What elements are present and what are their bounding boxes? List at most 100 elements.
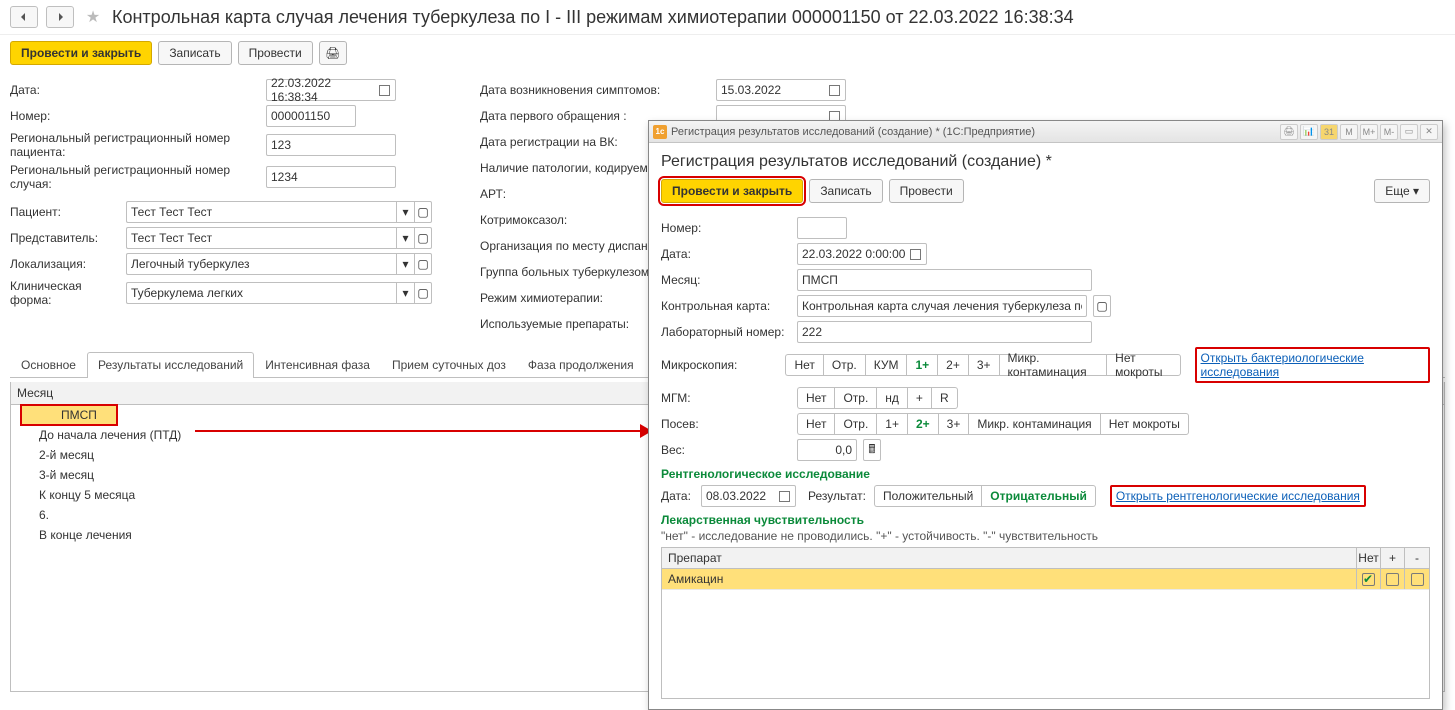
calc-icon[interactable]: 🖩	[863, 439, 881, 461]
open-ref-icon[interactable]: ▢	[414, 253, 432, 275]
chevron-down-icon[interactable]: ▾	[396, 201, 414, 223]
xray-link[interactable]: Открыть рентгенологические исследования	[1116, 489, 1360, 503]
xray-positive[interactable]: Положительный	[874, 485, 981, 507]
date-input[interactable]: 22.03.2022 16:38:34	[266, 79, 396, 101]
sensitivity-note: "нет" - исследование не проводились. "+"…	[661, 529, 1430, 543]
date-label: Дата:	[10, 83, 260, 97]
mgm-r[interactable]: R	[931, 387, 958, 409]
culture-3plus[interactable]: 3+	[938, 413, 969, 435]
micro-cum[interactable]: КУМ	[865, 354, 907, 376]
culture-neg[interactable]: Отр.	[834, 413, 876, 435]
page-title: Контрольная карта случая лечения туберку…	[112, 7, 1074, 28]
reg-case-input[interactable]: 1234	[266, 166, 396, 188]
drug-plus-checkbox[interactable]	[1386, 573, 1399, 586]
patient-combo[interactable]: Тест Тест Тест ▾ ▢	[126, 201, 432, 223]
head-m-button[interactable]: M	[1340, 124, 1358, 140]
head-cal-icon[interactable]: 31	[1320, 124, 1338, 140]
head-calc-icon[interactable]: 📊	[1300, 124, 1318, 140]
col-minus: -	[1405, 548, 1429, 568]
micro-1plus[interactable]: 1+	[906, 354, 937, 376]
bacteriology-link-box: Открыть бактериологические исследования	[1195, 347, 1430, 383]
print-button[interactable]: 🖨	[319, 41, 347, 65]
micro-2plus[interactable]: 2+	[937, 354, 968, 376]
head-maximize-button[interactable]: ▭	[1400, 124, 1418, 140]
calendar-icon[interactable]	[827, 83, 841, 97]
modal-more-button[interactable]: Еще ▾	[1374, 179, 1430, 203]
modal-month-label: Месяц:	[661, 273, 791, 287]
tab-results[interactable]: Результаты исследований	[87, 352, 254, 378]
drug-none-checkbox[interactable]	[1362, 573, 1375, 586]
culture-nosputum[interactable]: Нет мокроты	[1100, 413, 1189, 435]
xray-negative[interactable]: Отрицательный	[981, 485, 1096, 507]
chevron-down-icon[interactable]: ▾	[396, 282, 414, 304]
open-ref-icon[interactable]: ▢	[414, 227, 432, 249]
reg-patient-input[interactable]: 123	[266, 134, 396, 156]
clin-combo[interactable]: Туберкулема легких ▾ ▢	[126, 282, 432, 304]
micro-neg[interactable]: Отр.	[823, 354, 865, 376]
post-and-close-button[interactable]: Провести и закрыть	[10, 41, 152, 65]
favorite-star-icon[interactable]: ★	[82, 6, 104, 28]
xray-date-input[interactable]: 08.03.2022	[701, 485, 796, 507]
culture-contam[interactable]: Микр. контаминация	[968, 413, 1099, 435]
save-button[interactable]: Записать	[158, 41, 231, 65]
post-button[interactable]: Провести	[238, 41, 313, 65]
calendar-icon[interactable]	[377, 83, 391, 97]
open-ref-icon[interactable]: ▢	[414, 282, 432, 304]
tab-continuation[interactable]: Фаза продолжения	[517, 352, 645, 378]
micro-3plus[interactable]: 3+	[968, 354, 999, 376]
culture-label: Посев:	[661, 417, 791, 431]
open-ref-icon[interactable]: ▢	[414, 201, 432, 223]
mgm-plus[interactable]: +	[907, 387, 931, 409]
nav-back-button[interactable]	[10, 6, 38, 28]
drug-name: Амикацин	[662, 569, 1357, 589]
head-print-icon[interactable]: 🖨	[1280, 124, 1298, 140]
nav-forward-button[interactable]	[46, 6, 74, 28]
xray-result-label: Результат:	[808, 489, 868, 503]
research-registration-modal: 1c Регистрация результатов исследований …	[648, 120, 1443, 710]
number-input[interactable]: 000001150	[266, 105, 356, 127]
head-close-button[interactable]: ✕	[1420, 124, 1438, 140]
modal-post-and-close-button[interactable]: Провести и закрыть	[661, 179, 803, 203]
mgm-neg[interactable]: Отр.	[834, 387, 876, 409]
mgm-togglebar: Нет Отр. нд + R	[797, 387, 958, 409]
culture-2plus[interactable]: 2+	[907, 413, 938, 435]
drug-header: Препарат	[662, 548, 1357, 568]
culture-1plus[interactable]: 1+	[876, 413, 907, 435]
calendar-icon[interactable]	[908, 247, 922, 261]
modal-post-button[interactable]: Провести	[889, 179, 964, 203]
drug-sensitivity-table: Препарат Нет + - Амикацин	[661, 547, 1430, 699]
modal-month-input[interactable]: ПМСП	[797, 269, 1092, 291]
micro-none[interactable]: Нет	[785, 354, 822, 376]
tab-daily-dose[interactable]: Прием суточных доз	[381, 352, 517, 378]
chevron-down-icon[interactable]: ▾	[396, 227, 414, 249]
drug-minus-checkbox[interactable]	[1411, 573, 1424, 586]
modal-save-button[interactable]: Записать	[809, 179, 882, 203]
tab-intensive[interactable]: Интенсивная фаза	[254, 352, 381, 378]
micro-nosputum[interactable]: Нет мокроты	[1106, 354, 1180, 376]
weight-input[interactable]: 0,0	[797, 439, 857, 461]
modal-date-input[interactable]: 22.03.2022 0:00:00	[797, 243, 927, 265]
modal-number-input[interactable]	[797, 217, 847, 239]
rep-combo[interactable]: Тест Тест Тест ▾ ▢	[126, 227, 432, 249]
reg-case-label: Региональный регистрационный номер случа…	[10, 163, 260, 191]
symptom-date-input[interactable]: 15.03.2022	[716, 79, 846, 101]
loc-combo[interactable]: Легочный туберкулез ▾ ▢	[126, 253, 432, 275]
chevron-down-icon[interactable]: ▾	[396, 253, 414, 275]
mgm-nd[interactable]: нд	[876, 387, 907, 409]
micro-contam[interactable]: Микр. контаминация	[999, 354, 1107, 376]
culture-none[interactable]: Нет	[797, 413, 834, 435]
modal-number-label: Номер:	[661, 221, 791, 235]
drug-row[interactable]: Амикацин	[662, 569, 1429, 590]
patient-label: Пациент:	[10, 205, 120, 219]
head-mplus-button[interactable]: M+	[1360, 124, 1378, 140]
sensitivity-section: Лекарственная чувствительность	[661, 513, 1430, 527]
open-ref-icon[interactable]: ▢	[1093, 295, 1111, 317]
calendar-icon[interactable]	[777, 489, 791, 503]
mgm-none[interactable]: Нет	[797, 387, 834, 409]
bacteriology-link[interactable]: Открыть бактериологические исследования	[1201, 351, 1364, 379]
head-mminus-button[interactable]: M-	[1380, 124, 1398, 140]
tab-main[interactable]: Основное	[10, 352, 87, 378]
modal-card-input[interactable]: Контрольная карта случая лечения туберку…	[797, 295, 1087, 317]
month-row-pmsp[interactable]: ПМСП	[21, 405, 117, 425]
modal-lab-input[interactable]: 222	[797, 321, 1092, 343]
